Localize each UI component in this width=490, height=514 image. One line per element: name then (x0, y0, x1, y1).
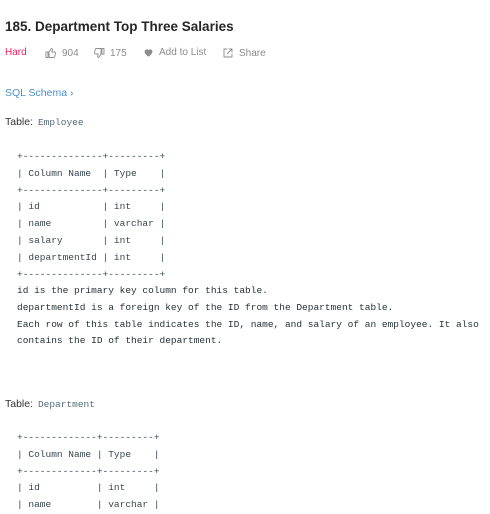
difficulty-badge: Hard (5, 47, 27, 58)
add-to-list-button[interactable]: Add to List (143, 47, 206, 58)
share-label: Share (239, 47, 266, 59)
employee-table-label: Table: (5, 116, 34, 128)
employee-table-heading: Table: Employee (5, 116, 84, 128)
problem-description-panel: 185. Department Top Three Salaries Hard … (0, 0, 490, 510)
department-table-heading: Table: Department (5, 398, 95, 410)
thumbs-down-icon (94, 48, 105, 58)
add-to-list-label: Add to List (159, 47, 207, 58)
like-count: 904 (62, 47, 79, 59)
dislike-button[interactable]: 175 (93, 47, 127, 59)
department-table-name: Department (37, 399, 95, 410)
heart-icon (144, 49, 153, 57)
share-button[interactable]: Share (222, 47, 266, 59)
like-button[interactable]: 904 (45, 47, 79, 59)
dislike-count: 175 (110, 47, 127, 59)
employee-schema-table: +--------------+---------+ | Column Name… (17, 151, 166, 280)
sql-schema-link[interactable]: SQL Schema › (5, 87, 73, 99)
problem-title: 185. Department Top Three Salaries (5, 19, 234, 34)
share-icon (223, 48, 233, 58)
employee-table-name: Employee (37, 117, 84, 128)
department-table-label: Table: (5, 398, 34, 410)
thumbs-up-icon (45, 48, 56, 58)
employee-description: id is the primary key column for this ta… (17, 285, 479, 347)
department-schema-table: +-------------+---------+ | Column Name … (17, 432, 160, 511)
